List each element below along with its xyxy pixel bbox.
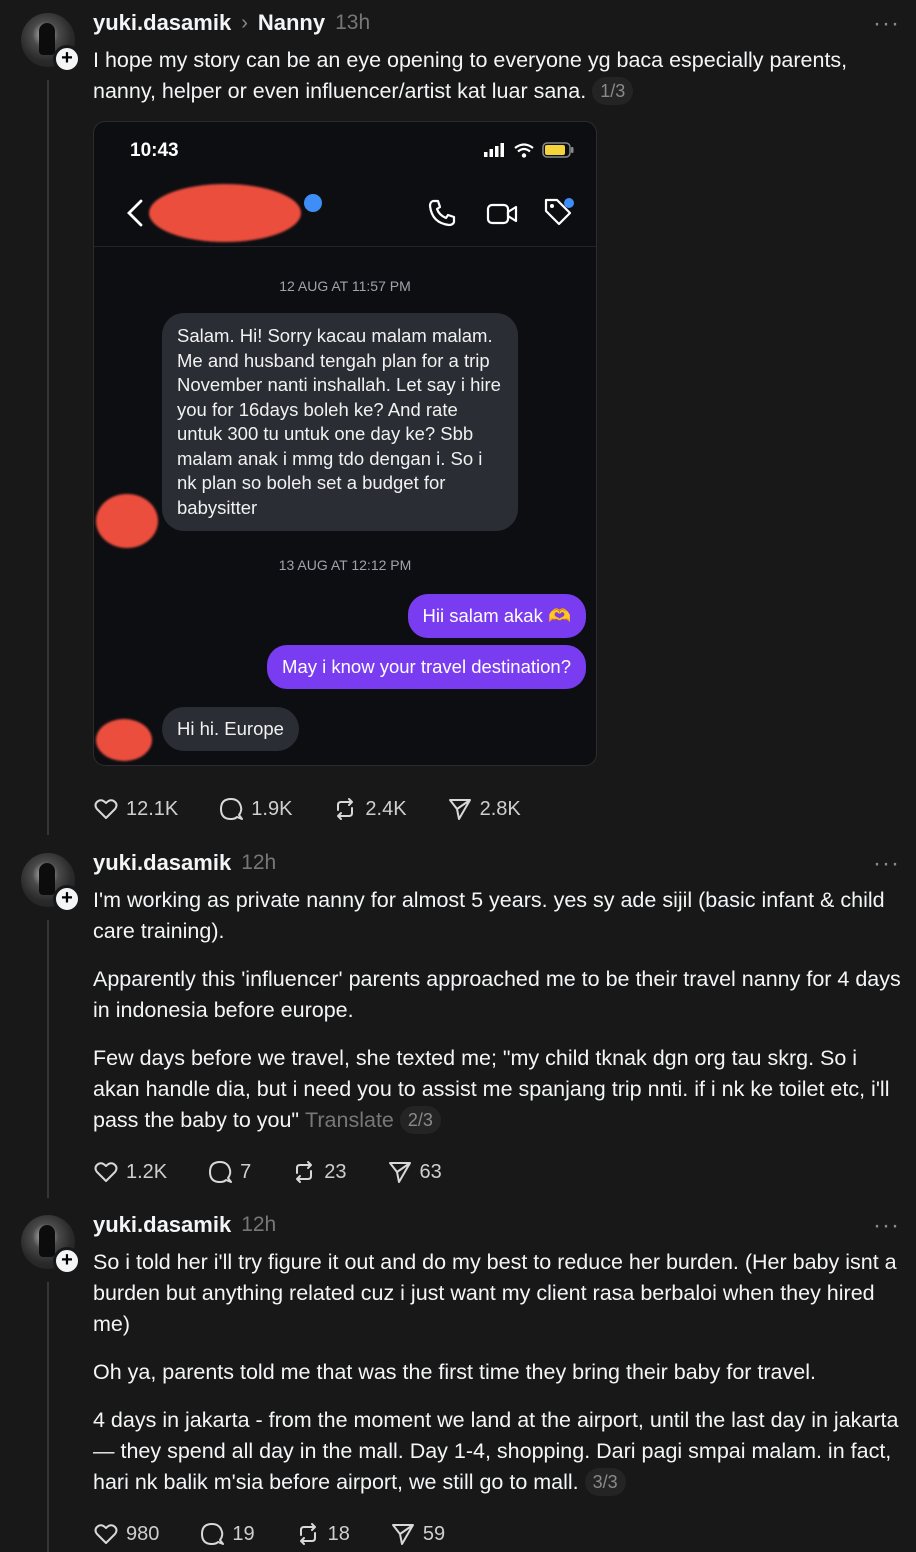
post-header: yuki.dasamik 12h bbox=[93, 1212, 276, 1238]
redacted-avatar bbox=[96, 494, 158, 548]
share-button[interactable]: 2.8K bbox=[447, 796, 521, 822]
repost-count: 2.4K bbox=[365, 797, 407, 820]
comment-count: 19 bbox=[232, 1522, 255, 1545]
phone-call-icon[interactable] bbox=[427, 198, 457, 228]
repost-button[interactable]: 2.4K bbox=[332, 796, 407, 822]
comment-button[interactable]: 7 bbox=[207, 1159, 251, 1185]
page-indicator: 2/3 bbox=[399, 1106, 441, 1134]
more-icon[interactable]: ··· bbox=[873, 1212, 900, 1240]
repost-count: 23 bbox=[324, 1160, 347, 1183]
phone-clock: 10:43 bbox=[130, 140, 179, 161]
verified-badge-icon bbox=[304, 194, 322, 212]
tag-icon[interactable] bbox=[542, 196, 576, 228]
like-count: 12.1K bbox=[126, 797, 179, 820]
more-icon[interactable]: ··· bbox=[873, 10, 900, 38]
repost-icon bbox=[299, 1523, 316, 1545]
post-text: I hope my story can be an eye opening to… bbox=[93, 48, 848, 105]
comment-icon bbox=[201, 1523, 225, 1545]
more-icon[interactable]: ··· bbox=[873, 850, 900, 878]
message-timestamp: 12 AUG AT 11:57 PM bbox=[279, 278, 411, 294]
chevron-right-icon: › bbox=[241, 11, 248, 34]
timestamp: 12h bbox=[241, 1213, 277, 1236]
like-button[interactable]: 980 bbox=[93, 1521, 159, 1547]
username[interactable]: yuki.dasamik bbox=[93, 1212, 231, 1238]
comment-icon bbox=[209, 1161, 233, 1183]
share-count: 2.8K bbox=[479, 797, 521, 820]
share-icon bbox=[388, 1162, 411, 1183]
wifi-icon bbox=[514, 142, 534, 158]
signal-icon bbox=[484, 143, 504, 157]
avatar[interactable]: + bbox=[21, 13, 81, 73]
post-text: So i told her i'll try figure it out and… bbox=[93, 1250, 899, 1496]
avatar[interactable]: + bbox=[21, 853, 81, 913]
divider bbox=[94, 246, 596, 247]
follow-plus-icon[interactable]: + bbox=[53, 45, 81, 73]
incoming-message: Hi hi. Europe bbox=[162, 707, 299, 751]
back-arrow-icon[interactable] bbox=[126, 198, 144, 228]
follow-plus-icon[interactable]: + bbox=[53, 885, 81, 913]
battery-icon bbox=[542, 142, 574, 158]
username[interactable]: yuki.dasamik bbox=[93, 10, 231, 36]
message-timestamp: 13 AUG AT 12:12 PM bbox=[278, 557, 412, 573]
like-count: 1.2K bbox=[126, 1160, 168, 1183]
post-header: yuki.dasamik › Nanny 13h bbox=[93, 10, 370, 36]
phone-status-bar bbox=[484, 142, 574, 158]
follow-plus-icon[interactable]: + bbox=[53, 1247, 81, 1275]
comment-icon bbox=[220, 798, 244, 820]
thread-line bbox=[47, 920, 49, 1198]
heart-icon bbox=[94, 799, 118, 819]
share-count: 63 bbox=[419, 1160, 442, 1183]
post-actions: 1.2K 7 23 63 bbox=[93, 1159, 482, 1185]
timestamp: 12h bbox=[241, 851, 277, 874]
share-button[interactable]: 59 bbox=[390, 1521, 445, 1547]
timestamp: 13h bbox=[335, 11, 371, 34]
redacted-contact-name bbox=[149, 184, 301, 242]
topic-tag[interactable]: Nanny bbox=[258, 10, 325, 36]
repost-button[interactable]: 18 bbox=[295, 1521, 350, 1547]
avatar[interactable]: + bbox=[21, 1215, 81, 1275]
share-icon bbox=[391, 1524, 414, 1545]
comment-count: 7 bbox=[240, 1160, 252, 1183]
repost-button[interactable]: 23 bbox=[291, 1159, 347, 1185]
redacted-avatar bbox=[96, 719, 152, 761]
dm-screenshot[interactable]: 10:43 12 AUG AT 11:57 PM Salam. Hi! Sorr… bbox=[93, 121, 597, 766]
page-indicator: 3/3 bbox=[584, 1468, 626, 1496]
username[interactable]: yuki.dasamik bbox=[93, 850, 231, 876]
comment-count: 1.9K bbox=[251, 797, 293, 820]
outgoing-message: May i know your travel destination? bbox=[267, 645, 586, 689]
heart-icon bbox=[94, 1524, 118, 1544]
share-count: 59 bbox=[422, 1522, 446, 1545]
video-call-icon[interactable] bbox=[486, 202, 518, 226]
share-icon bbox=[448, 799, 471, 820]
share-button[interactable]: 63 bbox=[387, 1159, 442, 1185]
like-button[interactable]: 1.2K bbox=[93, 1159, 167, 1185]
post-header: yuki.dasamik 12h bbox=[93, 850, 276, 876]
post-text: I'm working as private nanny for almost … bbox=[93, 888, 901, 1134]
translate-link[interactable]: Translate bbox=[305, 1108, 394, 1132]
comment-button[interactable]: 1.9K bbox=[218, 796, 292, 822]
thread-line bbox=[47, 1282, 49, 1552]
post-actions: 980 19 18 59 bbox=[93, 1521, 485, 1547]
repost-count: 18 bbox=[327, 1522, 350, 1545]
repost-icon bbox=[337, 798, 354, 820]
page-indicator: 1/3 bbox=[592, 77, 634, 105]
repost-icon bbox=[296, 1161, 313, 1183]
comment-button[interactable]: 19 bbox=[199, 1521, 255, 1547]
post-actions: 12.1K 1.9K 2.4K 2.8K bbox=[93, 796, 561, 822]
like-count: 980 bbox=[126, 1522, 160, 1545]
incoming-message: Salam. Hi! Sorry kacau malam malam. Me a… bbox=[162, 313, 518, 531]
outgoing-message: Hii salam akak 🫶 bbox=[407, 594, 586, 638]
heart-icon bbox=[94, 1162, 118, 1182]
like-button[interactable]: 12.1K bbox=[93, 796, 178, 822]
thread-line bbox=[47, 80, 49, 835]
